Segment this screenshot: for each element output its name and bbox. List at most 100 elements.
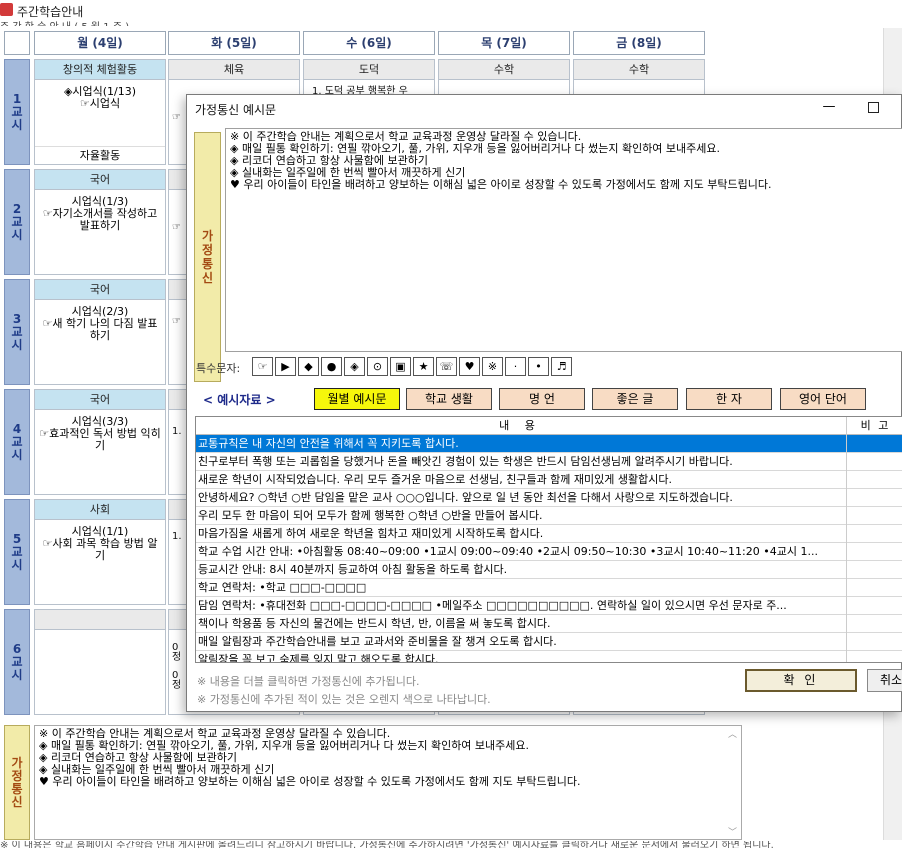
activity-label: 자율활동 <box>35 146 165 164</box>
table-row[interactable]: 새로운 학년이 시작되었습니다. 우리 모두 즐거운 마음으로 선생님, 친구들… <box>196 471 902 489</box>
example-tab[interactable]: 명 언 <box>499 388 585 410</box>
symbol-button[interactable]: · <box>505 357 526 376</box>
period-text: 2교시 <box>11 201 23 242</box>
column-header-content[interactable]: 내 용 <box>196 417 844 435</box>
period-text: 1교시 <box>11 91 23 132</box>
example-dialog: 가정통신 예시문 — 가정통신 ※ 이 주간학습 안내는 계획으로서 학교 교육… <box>186 94 902 712</box>
table-row[interactable]: 학교 연락처: •학교 □□□-□□□□ <box>196 579 902 597</box>
symbol-button[interactable]: ◆ <box>298 357 319 376</box>
special-chars-label: 특수문자: <box>196 362 241 375</box>
table-row[interactable]: 친구로부터 폭행 또는 괴롭힘을 당했거나 돈을 빼앗긴 경험이 있는 학생은 … <box>196 453 902 471</box>
day-header[interactable]: 금 (8일) <box>573 31 705 55</box>
symbol-button[interactable]: • <box>528 357 549 376</box>
table-row[interactable]: 우리 모두 한 마음이 되어 모두가 함께 행복한 ○학년 ○반을 만들어 봅시… <box>196 507 902 525</box>
row-note <box>846 489 902 507</box>
table-row[interactable]: 마음가짐을 새롭게 하여 새로운 학년을 힘차고 재미있게 시작하도록 합시다. <box>196 525 902 543</box>
row-content: 마음가짐을 새롭게 하여 새로운 학년을 힘차고 재미있게 시작하도록 합시다. <box>198 527 544 540</box>
symbol-button[interactable]: ◈ <box>344 357 365 376</box>
dialog-notice-label: 가정통신 <box>194 132 221 382</box>
symbol-button[interactable]: ♬ <box>551 357 572 376</box>
app-icon <box>0 3 13 16</box>
row-note <box>846 597 902 615</box>
subject-label <box>35 610 165 630</box>
day-header[interactable]: 목 (7일) <box>438 31 570 55</box>
notice-scrollbar[interactable]: ︿ ﹀ <box>728 727 740 838</box>
special-chars-toolbar: ☞ ▶ ◆ ● ◈ ⊙ ▣ ★ ☏ ♥ ※ · • ♬ <box>252 357 574 376</box>
row-note <box>846 615 902 633</box>
row-note <box>846 507 902 525</box>
row-content: 알림장을 꼭 보고 숙제를 잊지 말고 해오도록 합시다. <box>198 653 439 663</box>
scroll-up-icon[interactable]: ︿ <box>728 727 737 740</box>
example-tab[interactable]: 좋은 글 <box>592 388 678 410</box>
symbol-button[interactable]: ● <box>321 357 342 376</box>
lesson-line: ☞시업식 <box>79 97 121 110</box>
row-content: 책이나 학용품 등 자신의 물건에는 반드시 학년, 반, 이름을 써 놓도록 … <box>198 617 551 630</box>
cancel-button[interactable]: 취소 <box>867 669 902 692</box>
scroll-down-icon[interactable]: ﹀ <box>728 825 737 838</box>
lesson-cell-mon[interactable] <box>34 609 166 715</box>
column-header-note[interactable]: 비 고 <box>846 417 902 435</box>
table-row[interactable]: 담임 연락처: •휴대전화 □□□-□□□□-□□□□ •메일주소 □□□□□□… <box>196 597 902 615</box>
symbol-button[interactable]: ▣ <box>390 357 411 376</box>
table-row[interactable]: 책이나 학용품 등 자신의 물건에는 반드시 학년, 반, 이름을 써 놓도록 … <box>196 615 902 633</box>
period-text: 3교시 <box>11 311 23 352</box>
example-tab[interactable]: 한 자 <box>686 388 772 410</box>
examples-label: < 예시자료 > <box>203 393 276 407</box>
period-text: 5교시 <box>11 531 23 572</box>
lesson-line: ☞새 학기 나의 다짐 발표하기 <box>42 317 158 342</box>
table-row[interactable]: 등교시간 안내: 8시 40분까지 등교하여 아침 활동을 하도록 합시다. <box>196 561 902 579</box>
dialog-notice-textarea[interactable]: ※ 이 주간학습 안내는 계획으로서 학교 교육과정 운영상 달라질 수 있습니… <box>225 128 902 352</box>
row-note <box>846 435 902 453</box>
dialog-notice-line: ◈ 매일 필통 확인하기: 연필 깎아오기, 풀, 가위, 지우개 등을 잃어버… <box>230 143 721 155</box>
hint-orange: ※ 가정통신에 추가된 적이 있는 것은 오렌지 색으로 나타납니다. <box>197 693 491 706</box>
row-content: 등교시간 안내: 8시 40분까지 등교하여 아침 활동을 하도록 합시다. <box>198 563 508 576</box>
day-header[interactable]: 수 (6일) <box>303 31 435 55</box>
row-content: 매일 알림장과 주간학습안내를 보고 교과서와 준비물을 잘 챙겨 오도록 합시… <box>198 635 557 648</box>
symbol-button[interactable]: ☏ <box>436 357 457 376</box>
symbol-button[interactable]: ★ <box>413 357 434 376</box>
status-text: ※ 이 내용은 학교 홈페이지 주간학습 안내 게시판에 올려드리니 참고하시기… <box>0 841 774 848</box>
symbol-button[interactable]: ▶ <box>275 357 296 376</box>
lesson-cell-mon[interactable]: 국어 시업식(1/3) ☞자기소개서를 작성하고 발표하기 <box>34 169 166 275</box>
period-text: 6교시 <box>11 641 23 682</box>
minimize-button[interactable]: — <box>819 97 839 117</box>
lesson-cell-mon[interactable]: 창의적 체험활동 ◈시업식(1/13) ☞시업식 자율활동 <box>34 59 166 165</box>
symbol-button[interactable]: ※ <box>482 357 503 376</box>
lesson-peek: ☞ <box>172 222 181 233</box>
cut-off-heading: 주 간 학 습 안 내 ( 5 월 1 주 ) <box>0 18 902 26</box>
dialog-title: 가정통신 예시문 <box>195 103 277 117</box>
row-note <box>846 651 902 662</box>
table-row[interactable]: 매일 알림장과 주간학습안내를 보고 교과서와 준비물을 잘 챙겨 오도록 합시… <box>196 633 902 651</box>
table-row[interactable]: 안녕하세요? ○학년 ○반 담임을 맡은 교사 ○○○입니다. 앞으로 일 년 … <box>196 489 902 507</box>
grid-corner <box>4 31 30 55</box>
maximize-button[interactable] <box>863 97 883 117</box>
ok-button[interactable]: 확 인 <box>745 669 857 692</box>
row-note <box>846 561 902 579</box>
lesson-text <box>35 630 165 636</box>
row-content: 학교 연락처: •학교 □□□-□□□□ <box>198 581 367 594</box>
day-header[interactable]: 화 (5일) <box>168 31 300 55</box>
dialog-notice-line: ♥ 우리 아이들이 타인을 배려하고 양보하는 이해심 넓은 아이로 성장할 수… <box>230 179 772 191</box>
lesson-peek: ☞ <box>172 112 181 123</box>
symbol-button[interactable]: ☞ <box>252 357 273 376</box>
symbol-button[interactable]: ⊙ <box>367 357 388 376</box>
table-row[interactable]: 교통규칙은 내 자신의 안전을 위해서 꼭 지키도록 합시다. <box>196 435 902 453</box>
lesson-cell-mon[interactable]: 국어 시업식(2/3) ☞새 학기 나의 다짐 발표하기 <box>34 279 166 385</box>
row-content: 우리 모두 한 마음이 되어 모두가 함께 행복한 ○학년 ○반을 만들어 봅시… <box>198 509 543 522</box>
example-tab[interactable]: 학교 생활 <box>406 388 492 410</box>
subject-label: 국어 <box>35 390 165 410</box>
table-row[interactable]: 알림장을 꼭 보고 숙제를 잊지 말고 해오도록 합시다. <box>196 651 902 663</box>
family-notice-textarea[interactable]: ※ 이 주간학습 안내는 계획으로서 학교 교육과정 운영상 달라질 수 있습니… <box>34 725 742 840</box>
example-tab[interactable]: 월별 예시문 <box>314 388 400 410</box>
lesson-text: 시업식(2/3) ☞새 학기 나의 다짐 발표하기 <box>35 300 165 342</box>
symbol-button[interactable]: ♥ <box>459 357 480 376</box>
day-header[interactable]: 월 (4일) <box>34 31 166 55</box>
family-notice-label: 가정통신 <box>4 725 30 840</box>
notice-line: ◈ 매일 필통 확인하기: 연필 깎아오기, 풀, 가위, 지우개 등을 잃어버… <box>39 740 530 752</box>
hint-double-click: ※ 내용을 더블 클릭하면 가정통신에 추가됩니다. <box>197 675 420 688</box>
lesson-cell-mon[interactable]: 사회 시업식(1/1) ☞사회 과목 학습 방법 알기 <box>34 499 166 605</box>
table-row[interactable]: 학교 수업 시간 안내: •아침활동 08:40~09:00 •1교시 09:0… <box>196 543 902 561</box>
example-tab[interactable]: 영어 단어 <box>780 388 866 410</box>
row-note <box>846 471 902 489</box>
lesson-cell-mon[interactable]: 국어 시업식(3/3) ☞효과적인 독서 방법 익히기 <box>34 389 166 495</box>
